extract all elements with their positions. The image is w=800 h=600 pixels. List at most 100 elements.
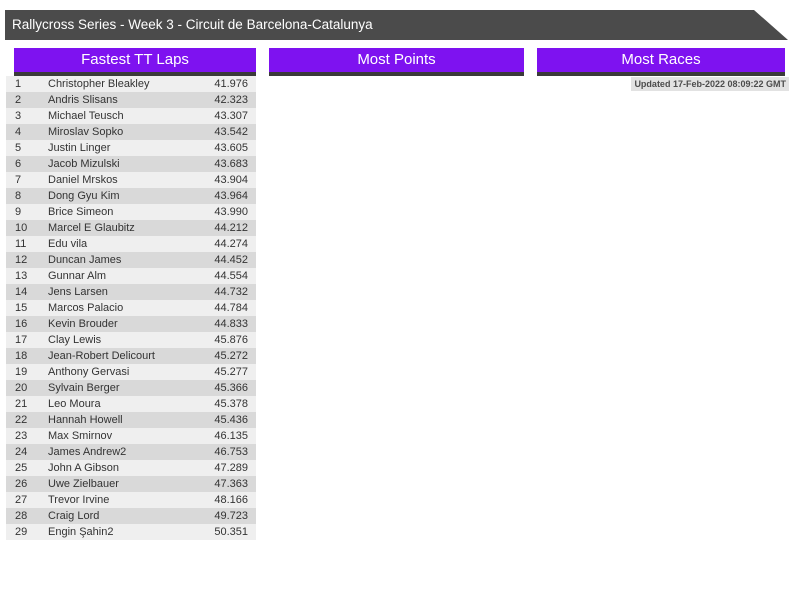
name-cell: Gunnar Alm [48, 270, 107, 282]
name-cell: Sylvain Berger [48, 382, 120, 394]
rank-cell: 16 [15, 318, 28, 330]
name-cell: Duncan James [48, 254, 122, 266]
name-cell: Dong Gyu Kim [48, 190, 120, 202]
time-cell: 46.135 [214, 430, 248, 442]
rank-cell: 28 [15, 510, 28, 522]
name-cell: Justin Linger [48, 142, 111, 154]
rank-cell: 24 [15, 446, 28, 458]
time-cell: 44.554 [214, 270, 248, 282]
name-cell: James Andrew2 [48, 446, 127, 458]
name-cell: Uwe Zielbauer [48, 478, 119, 490]
time-cell: 44.833 [214, 318, 248, 330]
table-row: 29 Engin Şahin2 50.351 [6, 524, 256, 540]
table-row: 17 Clay Lewis 45.876 [6, 332, 256, 348]
table-row: 1 Christopher Bleakley 41.976 [6, 76, 256, 92]
name-cell: Miroslav Sopko [48, 126, 124, 138]
rank-cell: 18 [15, 350, 28, 362]
table-row: 23 Max Smirnov 46.135 [6, 428, 256, 444]
rank-cell: 19 [15, 366, 28, 378]
rank-cell: 29 [15, 526, 28, 538]
table-row: 25 John A Gibson 47.289 [6, 460, 256, 476]
name-cell: Hannah Howell [48, 414, 123, 426]
time-cell: 45.366 [214, 382, 248, 394]
time-cell: 43.990 [214, 206, 248, 218]
name-cell: Marcel E Glaubitz [48, 222, 135, 234]
rank-cell: 21 [15, 398, 28, 410]
time-cell: 43.904 [214, 174, 248, 186]
table-row: 13 Gunnar Alm 44.554 [6, 268, 256, 284]
table-row: 27 Trevor Irvine 48.166 [6, 492, 256, 508]
section-header-most-races: Most Races [537, 48, 785, 76]
time-cell: 43.964 [214, 190, 248, 202]
name-cell: Engin Şahin2 [48, 526, 114, 538]
time-cell: 47.289 [214, 462, 248, 474]
table-row: 28 Craig Lord 49.723 [6, 508, 256, 524]
time-cell: 49.723 [214, 510, 248, 522]
name-cell: Jacob Mizulski [48, 158, 120, 170]
table-row: 10 Marcel E Glaubitz 44.212 [6, 220, 256, 236]
rank-cell: 9 [15, 206, 22, 218]
time-cell: 43.683 [214, 158, 248, 170]
rank-cell: 13 [15, 270, 28, 282]
name-cell: Kevin Brouder [48, 318, 118, 330]
time-cell: 43.542 [214, 126, 248, 138]
rank-cell: 5 [15, 142, 22, 154]
time-cell: 44.212 [214, 222, 248, 234]
time-cell: 45.277 [214, 366, 248, 378]
table-row: 4 Miroslav Sopko 43.542 [6, 124, 256, 140]
name-cell: Trevor Irvine [48, 494, 110, 506]
name-cell: Daniel Mrskos [48, 174, 118, 186]
rank-cell: 2 [15, 94, 22, 106]
table-row: 26 Uwe Zielbauer 47.363 [6, 476, 256, 492]
rank-cell: 4 [15, 126, 22, 138]
time-cell: 45.272 [214, 350, 248, 362]
name-cell: Christopher Bleakley [48, 78, 150, 90]
time-cell: 44.274 [214, 238, 248, 250]
table-row: 3 Michael Teusch 43.307 [6, 108, 256, 124]
table-row: 18 Jean-Robert Delicourt 45.272 [6, 348, 256, 364]
page-title: Rallycross Series - Week 3 - Circuit de … [12, 17, 373, 32]
time-cell: 43.605 [214, 142, 248, 154]
table-row: 15 Marcos Palacio 44.784 [6, 300, 256, 316]
table-row: 14 Jens Larsen 44.732 [6, 284, 256, 300]
rank-cell: 7 [15, 174, 22, 186]
rank-cell: 8 [15, 190, 22, 202]
time-cell: 48.166 [214, 494, 248, 506]
table-row: 21 Leo Moura 45.378 [6, 396, 256, 412]
name-cell: Max Smirnov [48, 430, 113, 442]
table-row: 22 Hannah Howell 45.436 [6, 412, 256, 428]
rank-cell: 22 [15, 414, 28, 426]
table-row: 7 Daniel Mrskos 43.904 [6, 172, 256, 188]
name-cell: Edu vila [48, 238, 88, 250]
rank-cell: 17 [15, 334, 28, 346]
time-cell: 50.351 [214, 526, 248, 538]
name-cell: Andris Slisans [48, 94, 118, 106]
table-row: 6 Jacob Mizulski 43.683 [6, 156, 256, 172]
table-row: 20 Sylvain Berger 45.366 [6, 380, 256, 396]
time-cell: 47.363 [214, 478, 248, 490]
table-row: 9 Brice Simeon 43.990 [6, 204, 256, 220]
section-header-most-points: Most Points [269, 48, 524, 76]
time-cell: 45.876 [214, 334, 248, 346]
name-cell: Jean-Robert Delicourt [48, 350, 155, 362]
name-cell: Leo Moura [48, 398, 101, 410]
table-row: 2 Andris Slisans 42.323 [6, 92, 256, 108]
time-cell: 44.452 [214, 254, 248, 266]
name-cell: Clay Lewis [48, 334, 102, 346]
rank-cell: 12 [15, 254, 28, 266]
time-cell: 41.976 [214, 78, 248, 90]
table-row: 19 Anthony Gervasi 45.277 [6, 364, 256, 380]
rank-cell: 1 [15, 78, 22, 90]
rank-cell: 23 [15, 430, 28, 442]
rank-cell: 6 [15, 158, 22, 170]
updated-timestamp: Updated 17-Feb-2022 08:09:22 GMT [631, 77, 789, 91]
rank-cell: 25 [15, 462, 28, 474]
name-cell: Brice Simeon [48, 206, 114, 218]
table-row: 16 Kevin Brouder 44.833 [6, 316, 256, 332]
time-cell: 42.323 [214, 94, 248, 106]
table-row: 12 Duncan James 44.452 [6, 252, 256, 268]
fastest-tt-laps-table: 1 Christopher Bleakley 41.976 2 Andris Slisa… [6, 76, 256, 540]
section-header-fastest-tt-laps: Fastest TT Laps [14, 48, 256, 76]
time-cell: 44.732 [214, 286, 248, 298]
time-cell: 45.436 [214, 414, 248, 426]
